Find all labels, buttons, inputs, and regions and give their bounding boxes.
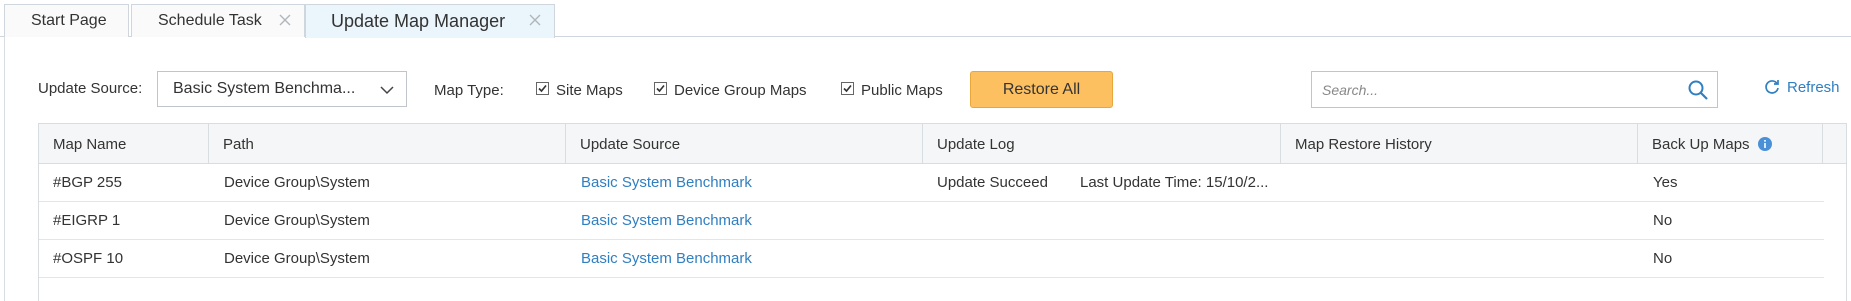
- update-source-link[interactable]: Basic System Benchmark: [581, 202, 752, 239]
- table-row[interactable]: #BGP 255 Device Group\System Basic Syste…: [39, 164, 1824, 202]
- column-header-update-source[interactable]: Update Source: [566, 124, 923, 164]
- update-time-cell: Last Update Time: 15/10/2...: [1080, 174, 1269, 191]
- update-source-select[interactable]: Basic System Benchma...: [157, 71, 407, 107]
- tab-label: Update Map Manager: [331, 11, 506, 31]
- close-icon[interactable]: [526, 11, 544, 29]
- map-name-cell: #OSPF 10: [53, 250, 124, 267]
- public-maps-checkbox[interactable]: [841, 82, 854, 95]
- refresh-button[interactable]: Refresh: [1763, 77, 1840, 97]
- close-icon[interactable]: [276, 11, 294, 29]
- column-label: Update Log: [937, 135, 1015, 153]
- update-source-label: Update Source:: [38, 80, 143, 97]
- restore-all-button[interactable]: Restore All: [970, 71, 1113, 108]
- table-header: Map Name Path Update Source Update Log M…: [39, 124, 1846, 164]
- tab-bar: Start Page Schedule Task Update Map Mana…: [0, 0, 1851, 38]
- update-source-value: Basic System Benchma...: [173, 80, 356, 97]
- chevron-down-icon: [378, 81, 396, 99]
- tab-label: Schedule Task: [158, 12, 262, 29]
- tab-start-page[interactable]: Start Page: [4, 4, 129, 37]
- tab-label: Start Page: [31, 12, 107, 29]
- map-name-cell: #BGP 255: [53, 174, 122, 191]
- backup-cell: No: [1653, 250, 1673, 267]
- column-label: Back Up Maps: [1652, 135, 1750, 153]
- site-maps-label: Site Maps: [556, 82, 623, 99]
- site-maps-checkbox[interactable]: [536, 82, 549, 95]
- column-header-path[interactable]: Path: [209, 124, 566, 164]
- update-source-link[interactable]: Basic System Benchmark: [581, 164, 752, 201]
- device-group-maps-label: Device Group Maps: [674, 82, 807, 99]
- path-cell: Device Group\System: [224, 174, 370, 191]
- update-status-cell: Update Succeed: [937, 174, 1048, 191]
- tab-update-map-manager[interactable]: Update Map Manager: [305, 4, 555, 38]
- public-maps-label: Public Maps: [861, 82, 943, 99]
- refresh-label: Refresh: [1787, 78, 1840, 96]
- device-group-maps-checkbox[interactable]: [654, 82, 667, 95]
- search-input[interactable]: Search...: [1311, 71, 1718, 108]
- maps-table: Map Name Path Update Source Update Log M…: [38, 123, 1847, 301]
- column-label: Update Source: [580, 135, 681, 153]
- column-header-map-restore-history[interactable]: Map Restore History: [1281, 124, 1638, 164]
- column-header-update-log[interactable]: Update Log: [923, 124, 1281, 164]
- tab-schedule-task[interactable]: Schedule Task: [131, 4, 305, 37]
- path-cell: Device Group\System: [224, 212, 370, 229]
- column-header-back-up-maps[interactable]: Back Up Maps: [1638, 124, 1823, 164]
- map-type-label: Map Type:: [434, 82, 504, 99]
- backup-cell: No: [1653, 212, 1673, 229]
- column-label: Map Name: [53, 135, 127, 153]
- refresh-icon: [1765, 80, 1779, 94]
- search-icon[interactable]: [1687, 79, 1709, 101]
- backup-cell: Yes: [1653, 174, 1678, 191]
- info-icon[interactable]: [1757, 137, 1772, 151]
- search-placeholder: Search...: [1322, 82, 1379, 98]
- column-label: Map Restore History: [1295, 135, 1432, 153]
- column-label: Path: [223, 135, 254, 153]
- update-source-link[interactable]: Basic System Benchmark: [581, 240, 752, 277]
- column-header-map-name[interactable]: Map Name: [39, 124, 209, 164]
- table-row[interactable]: #EIGRP 1 Device Group\System Basic Syste…: [39, 202, 1824, 240]
- map-name-cell: #EIGRP 1: [53, 212, 121, 229]
- table-row[interactable]: #OSPF 10 Device Group\System Basic Syste…: [39, 240, 1824, 278]
- path-cell: Device Group\System: [224, 250, 370, 267]
